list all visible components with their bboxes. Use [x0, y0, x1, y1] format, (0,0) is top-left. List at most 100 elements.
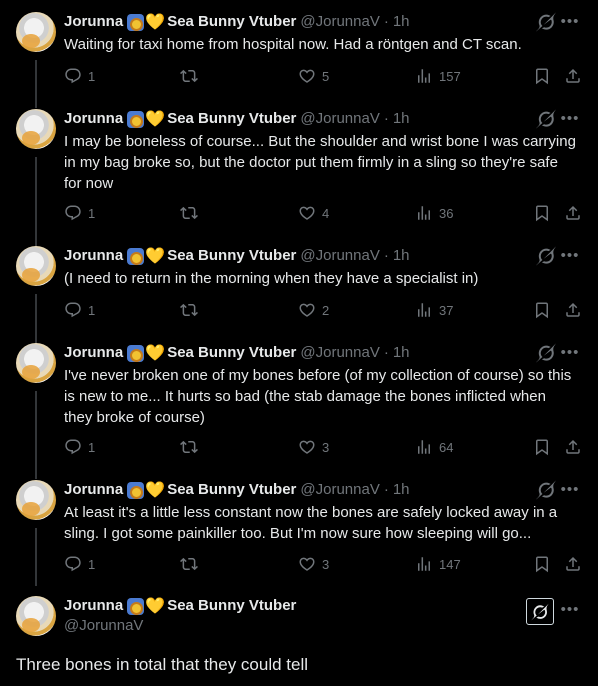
reply-button[interactable]: 1 — [64, 66, 95, 86]
like-button[interactable]: 3 — [298, 437, 329, 457]
author-handle[interactable]: @JorunnaV — [64, 617, 143, 634]
views-button[interactable]: 157 — [415, 66, 461, 86]
views-button[interactable]: 37 — [415, 300, 453, 320]
bookmark-button[interactable] — [533, 300, 551, 320]
more-icon[interactable]: ••• — [560, 109, 580, 129]
bookmark-button[interactable] — [533, 554, 551, 574]
author-name-suffix[interactable]: Sea Bunny Vtuber — [167, 596, 296, 616]
like-button[interactable]: 2 — [298, 300, 329, 320]
retweet-button[interactable] — [180, 66, 198, 86]
avatar[interactable] — [16, 12, 56, 52]
heart-icon — [298, 555, 316, 573]
timestamp[interactable]: 1h — [393, 109, 410, 129]
author-handle[interactable]: @JorunnaV — [300, 12, 379, 32]
reply-button[interactable]: 1 — [64, 300, 95, 320]
tweet-text: I may be boneless of course... But the s… — [64, 133, 576, 192]
snail-emoji-icon — [127, 110, 145, 128]
timestamp[interactable]: 1h — [393, 246, 410, 266]
view-count: 147 — [439, 556, 461, 572]
avatar[interactable] — [16, 480, 56, 520]
like-button[interactable]: 3 — [298, 554, 329, 574]
grok-icon[interactable] — [536, 480, 556, 500]
grok-icon[interactable] — [536, 12, 556, 32]
focused-tweet: Jorunna 💛 Sea Bunny Vtuber @JorunnaV •••… — [0, 596, 598, 686]
author-name[interactable]: Jorunna — [64, 343, 123, 363]
share-button[interactable] — [564, 437, 582, 457]
avatar[interactable] — [16, 109, 56, 149]
author-name[interactable]: Jorunna — [64, 246, 123, 266]
grok-button[interactable] — [526, 598, 554, 625]
tweet-text: Waiting for taxi home from hospital now.… — [64, 36, 522, 53]
more-icon[interactable]: ••• — [560, 480, 580, 500]
retweet-button[interactable] — [180, 203, 198, 223]
yellow-heart-emoji-icon: 💛 — [145, 481, 166, 499]
grok-icon[interactable] — [536, 109, 556, 129]
avatar[interactable] — [16, 596, 56, 636]
yellow-heart-emoji-icon: 💛 — [145, 247, 166, 265]
author-name-suffix[interactable]: Sea Bunny Vtuber — [167, 246, 296, 266]
avatar[interactable] — [16, 343, 56, 383]
author-name-suffix[interactable]: Sea Bunny Vtuber — [167, 480, 296, 500]
reply-count: 1 — [88, 302, 96, 318]
share-button[interactable] — [564, 66, 582, 86]
bookmark-button[interactable] — [533, 203, 551, 223]
timestamp[interactable]: 1h — [393, 12, 410, 32]
views-button[interactable]: 64 — [415, 437, 453, 457]
retweet-icon — [180, 555, 198, 573]
tweet-header: Jorunna 💛 Sea Bunny Vtuber @JorunnaV · 1… — [64, 12, 410, 32]
author-name-suffix[interactable]: Sea Bunny Vtuber — [167, 109, 296, 129]
author-handle[interactable]: @JorunnaV — [300, 343, 379, 363]
views-icon — [415, 204, 433, 222]
author-name[interactable]: Jorunna — [64, 109, 123, 129]
author-name-suffix[interactable]: Sea Bunny Vtuber — [167, 343, 296, 363]
author-name[interactable]: Jorunna — [64, 596, 123, 616]
reply-button[interactable]: 1 — [64, 437, 95, 457]
author-handle[interactable]: @JorunnaV — [300, 480, 379, 500]
more-icon[interactable]: ••• — [560, 343, 580, 363]
tweet-text: (I need to return in the morning when th… — [64, 270, 479, 287]
yellow-heart-emoji-icon: 💛 — [145, 13, 166, 31]
views-button[interactable]: 36 — [415, 203, 453, 223]
bookmark-button[interactable] — [533, 437, 551, 457]
retweet-icon — [180, 67, 198, 85]
views-button[interactable]: 147 — [415, 554, 461, 574]
author-name-suffix[interactable]: Sea Bunny Vtuber — [167, 12, 296, 32]
grok-icon[interactable] — [536, 343, 556, 363]
thread-line — [35, 60, 37, 108]
heart-icon — [298, 67, 316, 85]
share-icon — [564, 555, 582, 573]
timestamp[interactable]: 1h — [393, 343, 410, 363]
views-icon — [415, 67, 433, 85]
view-count: 64 — [439, 439, 454, 455]
bookmark-icon — [533, 301, 551, 319]
more-icon[interactable]: ••• — [560, 600, 580, 620]
timestamp[interactable]: 1h — [393, 480, 410, 500]
author-handle[interactable]: @JorunnaV — [300, 109, 379, 129]
share-icon — [564, 301, 582, 319]
share-button[interactable] — [564, 300, 582, 320]
bookmark-button[interactable] — [533, 66, 551, 86]
avatar[interactable] — [16, 246, 56, 286]
like-button[interactable]: 4 — [298, 203, 329, 223]
heart-icon — [298, 204, 316, 222]
reply-button[interactable]: 1 — [64, 203, 95, 223]
retweet-button[interactable] — [180, 554, 198, 574]
more-icon[interactable]: ••• — [560, 246, 580, 266]
reply-icon — [64, 67, 82, 85]
more-icon[interactable]: ••• — [560, 12, 580, 32]
view-count: 36 — [439, 205, 454, 221]
grok-icon[interactable] — [536, 246, 556, 266]
like-count: 4 — [322, 205, 330, 221]
tweet-header: Jorunna 💛 Sea Bunny Vtuber @JorunnaV · 1… — [64, 246, 410, 266]
retweet-button[interactable] — [180, 300, 198, 320]
like-button[interactable]: 5 — [298, 66, 329, 86]
like-count: 5 — [322, 68, 330, 84]
author-handle[interactable]: @JorunnaV — [300, 246, 379, 266]
retweet-button[interactable] — [180, 437, 198, 457]
reply-button[interactable]: 1 — [64, 554, 95, 574]
author-name[interactable]: Jorunna — [64, 480, 123, 500]
separator: · — [383, 110, 389, 127]
share-button[interactable] — [564, 554, 582, 574]
author-name[interactable]: Jorunna — [64, 12, 123, 32]
share-button[interactable] — [564, 203, 582, 223]
